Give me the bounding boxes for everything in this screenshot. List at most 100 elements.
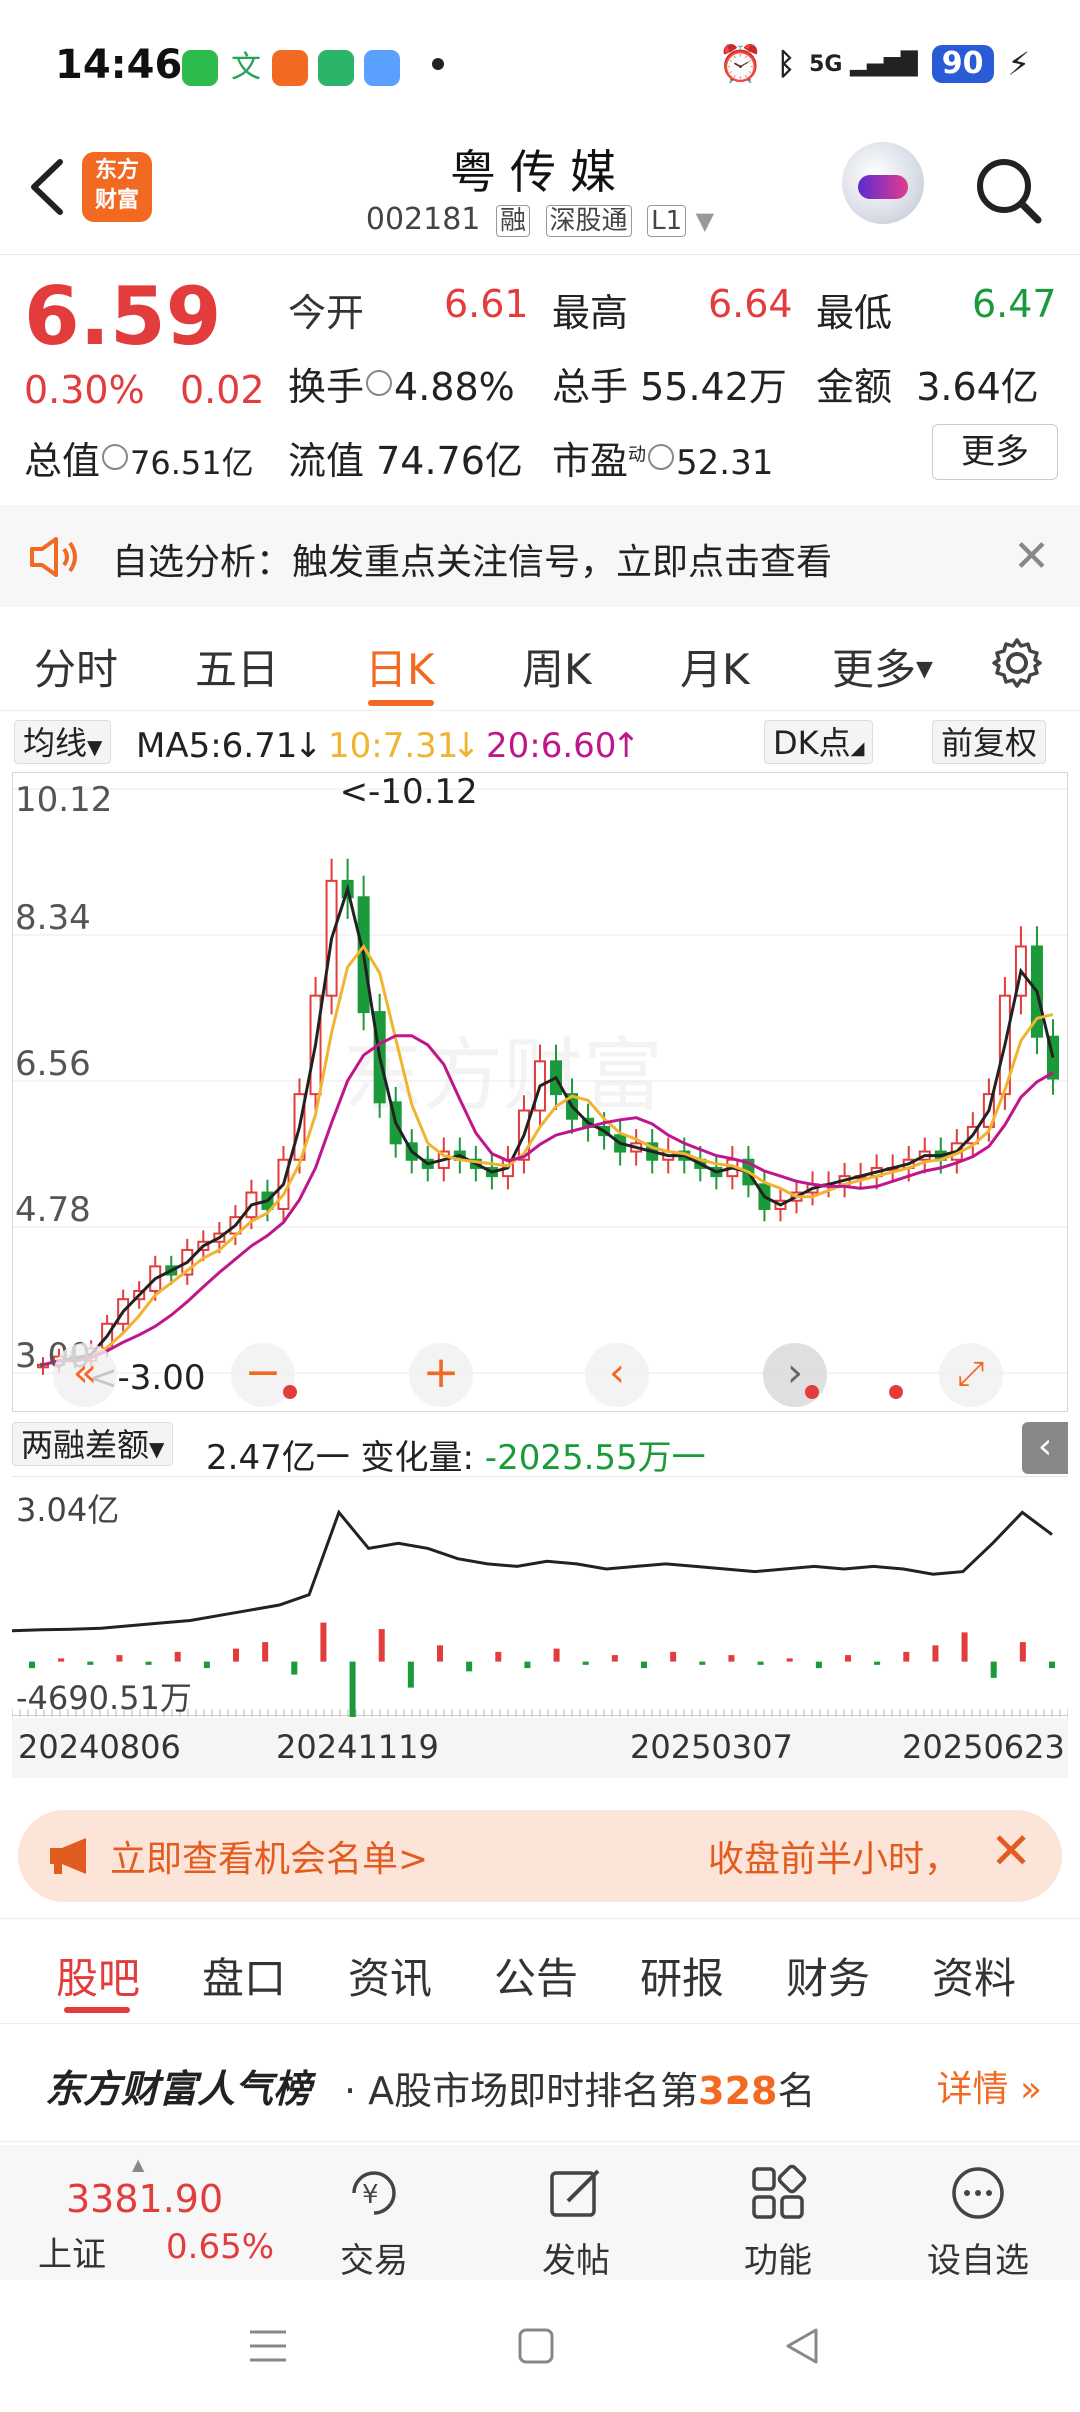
tab-profile[interactable]: 资料: [932, 1945, 1016, 2006]
margin-change-bar: [699, 1661, 706, 1665]
chevron-down-icon: ▼: [695, 207, 715, 235]
tab-research[interactable]: 研报: [640, 1945, 724, 2006]
amount-stat: 金额 3.64亿: [816, 356, 1039, 411]
app-notification-icon-2: [318, 50, 354, 86]
volume-stat: 总手 55.42万: [552, 356, 787, 411]
analysis-notice[interactable]: 自选分析：触发重点关注信号，立即点击查看 ✕: [0, 506, 1080, 606]
info-icon[interactable]: [648, 444, 675, 470]
margin-change-bar: [116, 1655, 123, 1662]
ma-line-ma10: [42, 943, 1054, 1367]
stock-header: 东方 财富 粤传媒 002181 融 深股通 L1 ▼: [0, 130, 1080, 255]
index-value: 3381.90: [66, 2177, 224, 2221]
quote-panel: 6.59 0.30% 0.02 今开 6.61 最高 6.64 最低 6.47 …: [0, 256, 1080, 506]
close-icon[interactable]: ✕: [1013, 531, 1050, 582]
info-icon[interactable]: [102, 444, 129, 470]
ma-legend-row: 均线▼ MA5:6.71 ↓ 10:7.31 ↓ 20:6.60 ↑ DK点◢ …: [0, 712, 1080, 768]
assistant-visor: [858, 175, 908, 199]
margin-change-bar: [641, 1661, 647, 1669]
post-button[interactable]: 发帖: [506, 2155, 646, 2281]
tab-more[interactable]: 更多▼: [832, 636, 933, 697]
wechat-icon: [182, 50, 218, 86]
info-icon[interactable]: [366, 370, 393, 396]
tab-daily-k[interactable]: 日K: [365, 636, 435, 697]
stock-subtitle[interactable]: 002181 融 深股通 L1 ▼: [0, 202, 1080, 237]
ma5-label: MA5:6.71: [136, 726, 298, 766]
volume-value: 55.42万: [640, 365, 787, 409]
tab-five-day[interactable]: 五日: [195, 636, 279, 697]
dk-signal-dot[interactable]: [889, 1385, 903, 1399]
level-tag: L1: [647, 205, 687, 237]
kline-chart[interactable]: 东方财富 10.12 8.34 6.56 4.78 3.00 <-10.12 <-3.00 …: [12, 772, 1068, 1412]
tab-intraday[interactable]: 分时: [34, 636, 118, 697]
pe-label: 市盈: [552, 439, 629, 483]
pe-stat: 市盈动 52.31: [552, 430, 773, 485]
active-tab-underline: [368, 700, 434, 706]
back-nav-icon[interactable]: [780, 2324, 824, 2368]
sub-change-value: -2025.55万: [484, 1438, 672, 1478]
svg-text:¥: ¥: [362, 2180, 379, 2210]
tab-weekly-k[interactable]: 周K: [522, 636, 592, 697]
promo-banner[interactable]: 立即查看机会名单> 收盘前半小时， ✕: [18, 1810, 1062, 1902]
pe-sup: 动: [628, 444, 647, 466]
gear-icon[interactable]: [990, 636, 1044, 690]
tab-news[interactable]: 资讯: [348, 1945, 432, 2006]
margin-change-bar: [845, 1655, 851, 1662]
float-stat: 流值 74.76亿: [288, 430, 523, 485]
tab-announcements[interactable]: 公告: [494, 1945, 578, 2006]
sub-indicator-select[interactable]: 两融差额▼: [12, 1422, 174, 1466]
caret-down-icon: ▼: [149, 1437, 165, 1461]
dk-point-button[interactable]: DK点◢: [764, 720, 874, 764]
chart-period-tabs: 分时 五日 日K 周K 月K 更多▼: [0, 606, 1080, 711]
margin-change-bar: [1019, 1642, 1026, 1662]
search-icon[interactable]: [972, 154, 1044, 226]
float-value: 74.76亿: [376, 439, 523, 483]
more-stats-button[interactable]: 更多: [932, 424, 1058, 480]
rank-number: 328: [698, 2069, 778, 2113]
popularity-rank-bar[interactable]: 东方财富人气榜 · A股市场即时排名第328名 详情 »: [0, 2026, 1080, 2142]
margin-change-bar: [582, 1661, 589, 1665]
functions-button[interactable]: 功能: [708, 2155, 848, 2281]
trade-button[interactable]: ¥ 交易: [304, 2155, 444, 2281]
detail-link[interactable]: 详情 »: [937, 2060, 1043, 2112]
y-tick-label: 6.56: [15, 1044, 91, 1084]
collapse-panel-button[interactable]: ‹: [1022, 1422, 1068, 1474]
system-nav-bar: [0, 2282, 1080, 2412]
margin-change-bar: [553, 1648, 560, 1662]
scroll-left-button[interactable]: ‹: [585, 1343, 649, 1407]
bluetooth-icon: ᛒ: [777, 46, 796, 82]
popularity-brand: 东方财富人气榜: [45, 2067, 312, 2111]
menu-icon[interactable]: [246, 2326, 290, 2366]
scroll-start-button[interactable]: «: [53, 1343, 117, 1407]
date-axis: 20240806 20241119 20250307 20250623: [12, 1718, 1068, 1778]
caret-down-icon: ▼: [916, 657, 933, 682]
dk-signal-dot[interactable]: [283, 1385, 297, 1399]
margin-change-bar: [961, 1632, 968, 1662]
margin-change-bar: [233, 1648, 239, 1662]
margin-balance-chart[interactable]: 3.04亿 -4690.51万: [11, 1476, 1069, 1721]
scroll-right-button[interactable]: ›: [763, 1343, 827, 1407]
connect-tag: 深股通: [545, 205, 632, 237]
arrow-down-icon: ↓: [294, 726, 323, 766]
home-icon[interactable]: [516, 2326, 556, 2366]
margin-balance-line: [11, 1509, 1053, 1633]
index-ticker[interactable]: ▲ 3381.90 上证 0.65%: [30, 2155, 280, 2275]
tab-finance[interactable]: 财务: [786, 1945, 870, 2006]
sub-indicator-label: 两融差额: [21, 1426, 150, 1464]
tab-monthly-k[interactable]: 月K: [680, 636, 750, 697]
add-watchlist-button[interactable]: 设自选: [908, 2155, 1048, 2281]
caret-up-icon: ▲: [132, 2155, 145, 2174]
margin-change-bar: [786, 1658, 793, 1662]
close-icon[interactable]: ✕: [990, 1822, 1032, 1880]
tab-pankou[interactable]: 盘口: [202, 1945, 286, 2006]
margin-tag: 融: [495, 205, 530, 237]
adjust-select[interactable]: 前复权: [932, 720, 1047, 764]
zoom-in-button[interactable]: +: [409, 1343, 473, 1407]
margin-change-bar: [1049, 1661, 1055, 1669]
tab-guba[interactable]: 股吧: [56, 1945, 140, 2006]
sub-change-label: 变化量:: [360, 1438, 474, 1478]
date-label: 20250623: [902, 1728, 1065, 1766]
fullscreen-button[interactable]: ⤢: [939, 1343, 1003, 1407]
turnover-label: 换手: [288, 365, 365, 409]
dk-signal-dot[interactable]: [805, 1385, 819, 1399]
indicator-select[interactable]: 均线▼: [14, 720, 112, 764]
